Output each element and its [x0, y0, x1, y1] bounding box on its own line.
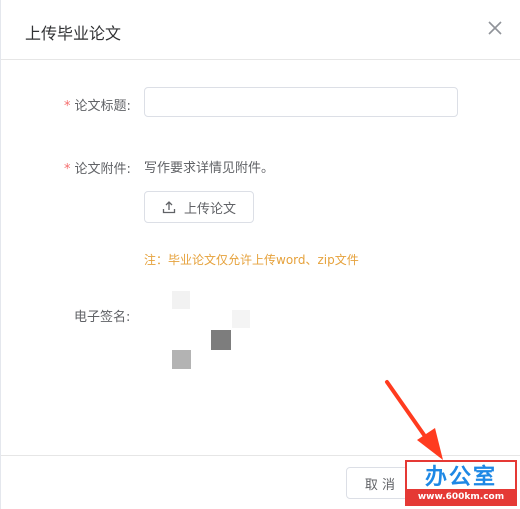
file-type-note: 注：毕业论文仅允许上传word、zip文件	[144, 253, 359, 267]
thesis-attachment-label-text: 论文附件:	[74, 162, 131, 177]
e-signature-label: 电子签名:	[74, 310, 131, 325]
watermark-title-text: 办公室	[424, 464, 497, 490]
upload-icon	[162, 201, 176, 214]
watermark-logo: 办公室 www.600km.com	[405, 460, 517, 506]
dialog-title: 上传毕业论文	[25, 24, 122, 43]
thesis-title-label: * 论文标题:	[64, 95, 131, 114]
thesis-title-input[interactable]	[144, 87, 458, 117]
thesis-title-label-text: 论文标题:	[74, 99, 131, 114]
required-mark: *	[64, 99, 71, 114]
upload-thesis-dialog: 上传毕业论文 * 论文标题: * 论文附件: 写作要求详情见附件。 上传论文 注：毕…	[0, 0, 520, 509]
annotation-arrow-icon	[385, 380, 443, 460]
watermark-url: www.600km.com	[407, 489, 515, 504]
dialog-header: 上传毕业论文	[1, 0, 520, 60]
thesis-attachment-label: * 论文附件:	[64, 158, 131, 177]
cancel-button[interactable]: 取 消	[346, 467, 414, 499]
watermark-title: 办公室	[407, 462, 515, 490]
upload-thesis-button[interactable]: 上传论文	[144, 191, 254, 223]
attachment-hint: 写作要求详情见附件。	[144, 161, 275, 176]
e-signature-image	[144, 285, 264, 380]
upload-thesis-button-label: 上传论文	[183, 201, 236, 217]
close-icon[interactable]	[483, 16, 507, 40]
required-mark: *	[64, 162, 71, 177]
